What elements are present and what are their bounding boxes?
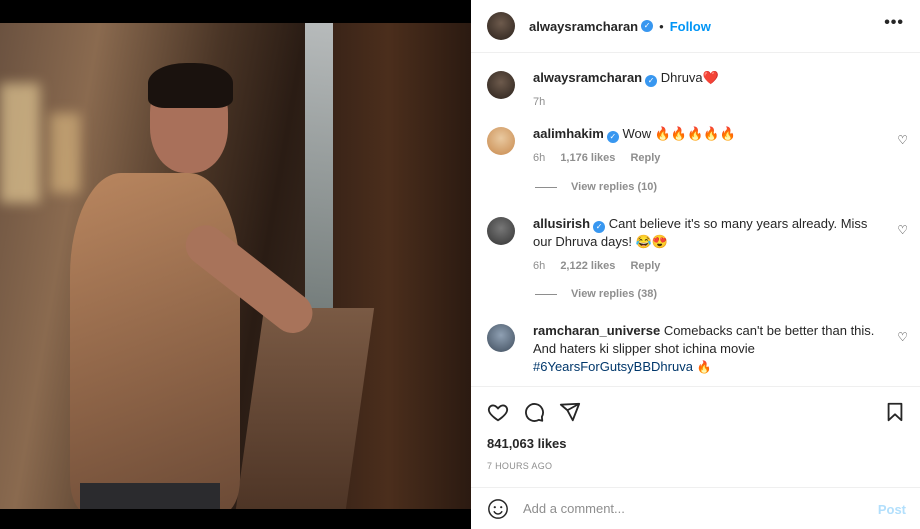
add-comment-bar: Post — [471, 487, 920, 529]
view-replies[interactable]: View replies (38) — [535, 288, 657, 300]
reply-button[interactable]: Reply — [630, 260, 660, 272]
verified-icon: ✓ — [606, 131, 619, 143]
follow-button[interactable]: Follow — [670, 19, 711, 34]
reply-button[interactable]: Reply — [630, 152, 660, 164]
comment-time[interactable]: 6h — [533, 152, 545, 164]
post-details-panel: alwaysramcharan ✓ • Follow ••• alwaysram… — [471, 0, 920, 529]
post-media[interactable] — [0, 0, 471, 529]
bookmark-icon[interactable] — [884, 401, 906, 423]
emoji-icon[interactable] — [487, 498, 509, 520]
author-avatar[interactable] — [487, 12, 515, 40]
action-icons — [487, 401, 581, 423]
view-replies-label[interactable]: View replies (38) — [571, 288, 657, 300]
post-photo[interactable] — [0, 23, 471, 509]
comments-list[interactable]: alwaysramcharan ✓ Dhruva❤️ 7h aalimhakim ✓… — [471, 53, 920, 386]
like-count[interactable]: 841,063 likes — [487, 436, 567, 451]
commenter-avatar[interactable] — [487, 324, 515, 352]
commenter-username[interactable]: allusirish — [533, 216, 590, 231]
comment-like-heart-icon[interactable]: ♡ — [897, 133, 908, 147]
commenter-username[interactable]: aalimhakim — [533, 126, 604, 141]
background-light — [0, 83, 40, 203]
separator-dot: • — [659, 18, 664, 34]
photo-window — [305, 23, 333, 323]
commenter-avatar[interactable] — [487, 217, 515, 245]
post-actions: 841,063 likes 7 HOURS AGO — [471, 386, 920, 486]
comment-like-heart-icon[interactable]: ♡ — [897, 330, 908, 344]
person-hair — [148, 63, 233, 108]
comment-like-heart-icon[interactable]: ♡ — [897, 223, 908, 237]
comment-row: aalimhakim ✓ Wow 🔥🔥🔥🔥🔥 6h 1,176 likes Rep… — [487, 125, 907, 167]
caption-time[interactable]: 7h — [533, 96, 545, 108]
comment-input[interactable] — [523, 501, 853, 516]
post-comment-button[interactable]: Post — [878, 502, 906, 517]
person-torso — [70, 173, 240, 509]
verified-icon: ✓ — [641, 20, 654, 32]
comment-icon[interactable] — [523, 401, 545, 423]
photo-person — [70, 63, 321, 509]
caption-row: alwaysramcharan ✓ Dhruva❤️ 7h — [487, 69, 907, 111]
comment-emoji: 🔥 — [696, 360, 712, 374]
commenter-avatar[interactable] — [487, 127, 515, 155]
caption-text: Dhruva❤️ — [660, 70, 719, 85]
comment-likes[interactable]: 2,122 likes — [560, 260, 615, 272]
comment-time[interactable]: 6h — [533, 260, 545, 272]
more-icon[interactable]: ••• — [884, 14, 904, 32]
comment-hashtag[interactable]: #6YearsForGutsyBBDhruva — [533, 359, 693, 374]
comment-row: allusirish ✓ Cant believe it's so many ye… — [487, 215, 907, 275]
comment-likes[interactable]: 1,176 likes — [560, 152, 615, 164]
author-username[interactable]: alwaysramcharan — [529, 19, 638, 34]
commenter-username[interactable]: ramcharan_universe — [533, 323, 660, 338]
post-header: alwaysramcharan ✓ • Follow ••• — [471, 0, 920, 53]
view-replies-label[interactable]: View replies (10) — [571, 181, 657, 193]
share-icon[interactable] — [559, 401, 581, 423]
replies-divider — [535, 186, 557, 188]
view-replies[interactable]: View replies (10) — [535, 181, 657, 193]
author-avatar[interactable] — [487, 71, 515, 99]
heart-icon[interactable] — [487, 401, 509, 423]
post-timestamp[interactable]: 7 HOURS AGO — [487, 461, 552, 471]
comment-row: ramcharan_universe Comebacks can't be be… — [487, 322, 907, 376]
person-jeans — [80, 483, 220, 509]
comment-text: Wow 🔥🔥🔥🔥🔥 — [622, 126, 736, 141]
replies-divider — [535, 293, 557, 295]
verified-icon: ✓ — [593, 221, 606, 233]
verified-icon: ✓ — [645, 75, 658, 87]
caption-username[interactable]: alwaysramcharan — [533, 70, 642, 85]
